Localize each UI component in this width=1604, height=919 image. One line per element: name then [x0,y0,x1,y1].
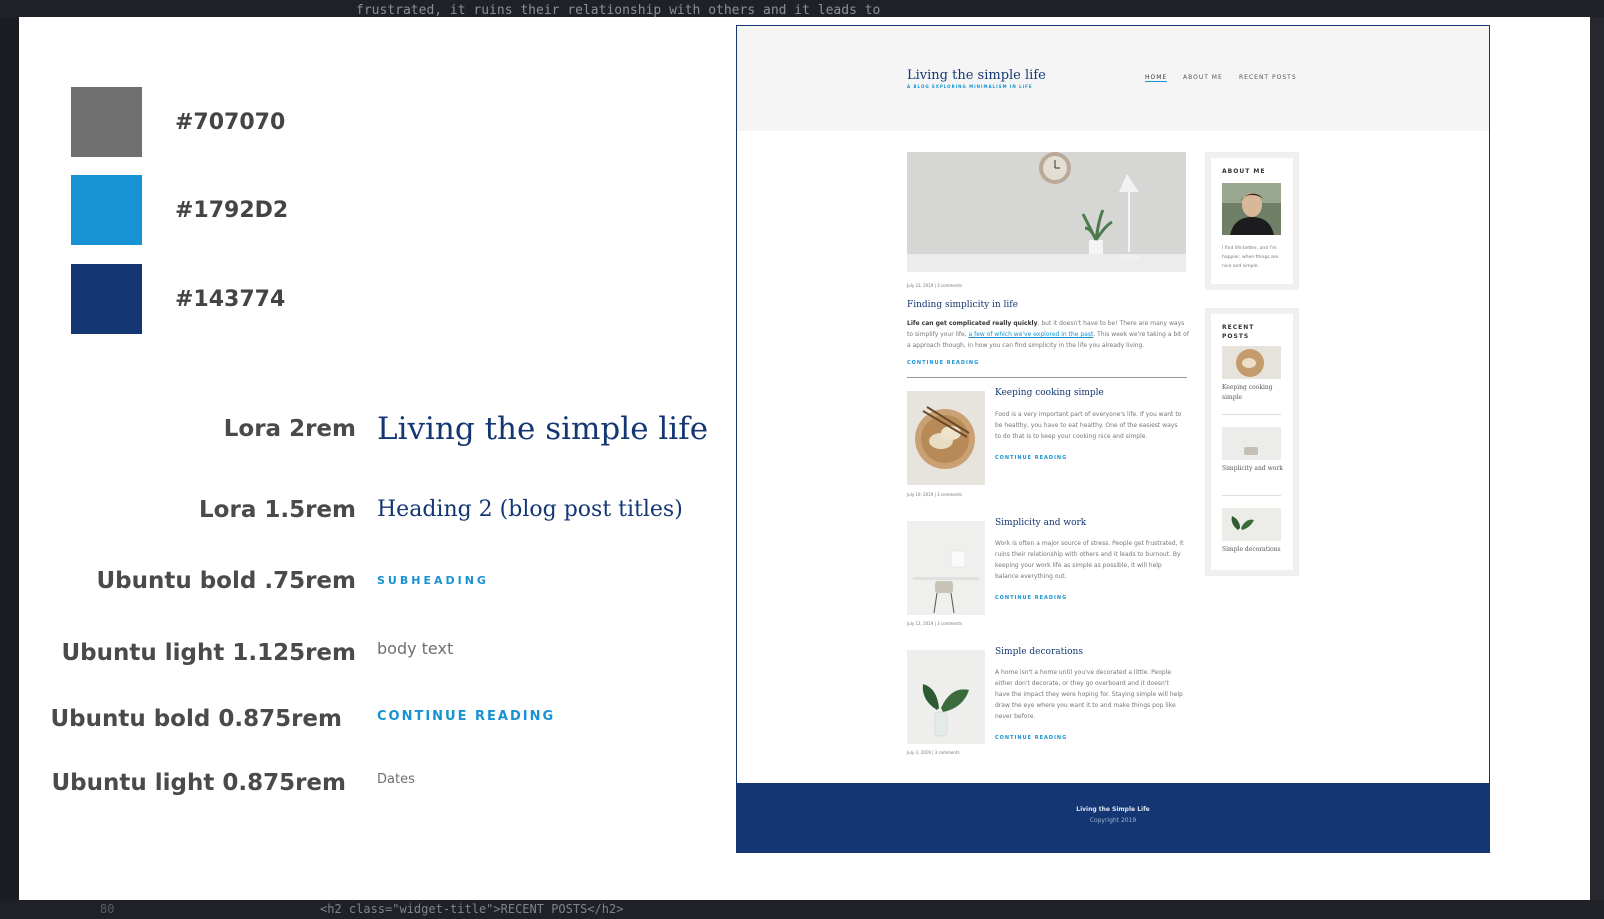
dumplings-photo [907,391,985,485]
nav-about-me[interactable]: ABOUT ME [1183,74,1223,81]
divider [1222,414,1281,415]
swatch-row-dark-blue: #143774 [71,264,285,334]
site-subtitle: A BLOG EXPLORING MINIMALISM IN LIFE [907,84,1033,89]
dumplings-photo [1222,346,1281,379]
featured-photo [907,152,1186,272]
font-sample-body: body text [377,639,454,658]
code-editor-bottom-strip: 80 <h2 class="widget-title">RECENT POSTS… [0,900,1604,919]
font-spec-label: Ubuntu light 0.875rem [51,770,346,796]
post-date: July 19, 2019 | 3 comments [907,492,963,497]
typography-row: Ubuntu light 0.875rem Dates [19,763,719,803]
site-title[interactable]: Living the simple life [907,68,1046,83]
post-title[interactable]: Keeping cooking simple [995,388,1104,398]
font-sample-dates: Dates [377,772,415,787]
plant-vase-photo [1222,508,1281,541]
font-spec-label: Lora 1.5rem [199,497,356,523]
footer-title: Living the Simple Life [1076,806,1150,813]
post-excerpt: A home isn't a home until you've decorat… [995,669,1183,720]
typography-row: Lora 1.5rem Heading 2 (blog post titles) [19,490,719,530]
post-date: July 12, 2019 | 3 comments [907,621,963,626]
nav-recent-posts[interactable]: RECENT POSTS [1239,74,1297,81]
widget-title: ABOUT ME [1222,168,1266,175]
editor-code-line: frustrated, it ruins their relationship … [356,3,881,18]
post-excerpt: Work is often a major source of stress. … [995,540,1184,580]
recent-thumbnail[interactable] [1222,346,1281,379]
post-title[interactable]: Simple decorations [995,647,1083,657]
post-thumbnail[interactable] [907,650,985,744]
excerpt-bold: Life can get complicated really quickly [907,320,1038,327]
recent-post-link[interactable]: Keeping cooking simple [1222,383,1284,403]
recent-post-link[interactable]: Simple decorations [1222,545,1292,555]
recent-post-link[interactable]: Simplicity and work [1222,464,1284,474]
featured-excerpt: Life can get complicated really quickly,… [907,318,1189,351]
about-me-widget: ABOUT ME I find life better, and I'm hap… [1205,152,1299,290]
editor-code-line: <h2 class="widget-title">RECENT POSTS</h… [320,902,624,916]
blog-mockup: Living the simple life A BLOG EXPLORING … [736,25,1490,853]
recent-thumbnail[interactable] [1222,427,1281,460]
editor-line-number: 80 [100,902,115,916]
font-spec-label: Lora 2rem [223,416,356,442]
typography-row: Ubuntu light 1.125rem body text [19,633,719,673]
desk-chair-photo [1222,427,1281,460]
featured-title[interactable]: Finding simplicity in life [907,300,1018,310]
typography-row: Lora 2rem Living the simple life [19,409,719,449]
code-editor-top-strip: frustrated, it ruins their relationship … [0,0,1604,18]
color-swatch-gray [71,87,142,157]
desk-chair-photo [907,521,985,615]
continue-reading-link[interactable]: CONTINUE READING [995,455,1067,461]
recent-thumbnail[interactable] [1222,508,1281,541]
post-thumbnail[interactable] [907,521,985,615]
font-spec-label: Ubuntu bold 0.875rem [50,706,342,732]
post-title[interactable]: Simplicity and work [995,518,1086,528]
footer-copyright: Copyright 2019 [1089,817,1137,824]
color-swatch-dark-blue [71,264,142,334]
avatar [1222,183,1281,235]
about-text: I find life better, and I'm happier, whe… [1222,246,1279,269]
color-hex-label: #143774 [175,286,286,312]
swatch-row-gray: #707070 [71,87,285,157]
continue-reading-link[interactable]: CONTINUE READING [995,735,1067,741]
color-hex-label: #707070 [175,109,286,135]
font-sample-heading: Heading 2 (blog post titles) [377,497,683,522]
featured-date: July 23, 2019 | 3 comments [907,283,963,288]
swatch-row-light-blue: #1792D2 [71,175,288,245]
color-swatch-light-blue [71,175,142,245]
color-hex-label: #1792D2 [175,197,289,223]
typography-row: Ubuntu bold 0.875rem CONTINUE READING [19,699,719,739]
avatar-photo [1222,183,1281,235]
featured-image[interactable] [907,152,1186,272]
post-excerpt: Food is a very important part of everyon… [995,411,1182,440]
post-thumbnail[interactable] [907,391,985,485]
typography-row: Ubuntu bold .75rem SUBHEADING [19,561,719,601]
continue-reading-link[interactable]: CONTINUE READING [907,360,979,366]
continue-reading-link[interactable]: CONTINUE READING [995,595,1067,601]
post-date: July 3, 2019 | 3 comments [907,750,960,755]
editor-right-edge [1590,17,1604,908]
plant-vase-photo [907,650,985,744]
font-sample-subheading: SUBHEADING [377,574,489,587]
divider [1222,495,1281,496]
font-sample-continue: CONTINUE READING [377,709,556,724]
widget-title: RECENT POSTS [1222,324,1255,340]
font-spec-label: Ubuntu light 1.125rem [61,640,356,666]
font-sample-title: Living the simple life [377,411,709,447]
site-header: Living the simple life A BLOG EXPLORING … [737,26,1489,131]
font-spec-label: Ubuntu bold .75rem [96,568,356,594]
nav-home[interactable]: HOME [1145,74,1168,82]
recent-posts-widget: RECENT POSTS Keeping cooking simple Simp… [1205,308,1299,576]
excerpt-link[interactable]: a few of which we've explored in the pas… [969,331,1094,338]
site-footer: Living the Simple Life Copyright 2019 [737,783,1489,852]
divider [907,377,1187,378]
